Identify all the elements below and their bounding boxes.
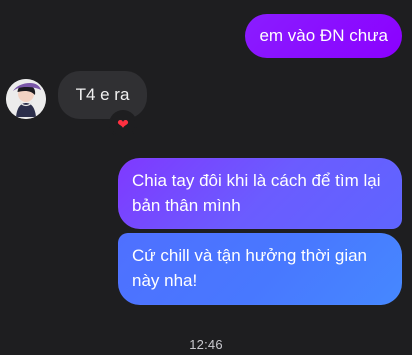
outgoing-message-bubble-2: Chia tay đôi khi là cách để tìm lại bản … [118, 158, 402, 229]
incoming-message-text: T4 e ra [75, 85, 130, 104]
heart-icon: ❤ [111, 112, 135, 136]
outgoing-message-bubble: em vào ĐN chưa [245, 14, 402, 58]
incoming-message-bubble: T4 e ra [58, 71, 147, 119]
outgoing-message-text-3: Cứ chill và tận hưởng thời gian này nha! [132, 246, 368, 290]
outgoing-message-text: em vào ĐN chưa [259, 25, 388, 45]
message-timestamp: 12:46 [189, 337, 223, 352]
outgoing-message-bubble-3: Cứ chill và tận hưởng thời gian này nha! [118, 233, 402, 305]
outgoing-message-text-2: Chia tay đôi khi là cách để tìm lại bản … [132, 171, 381, 215]
avatar [6, 79, 46, 119]
